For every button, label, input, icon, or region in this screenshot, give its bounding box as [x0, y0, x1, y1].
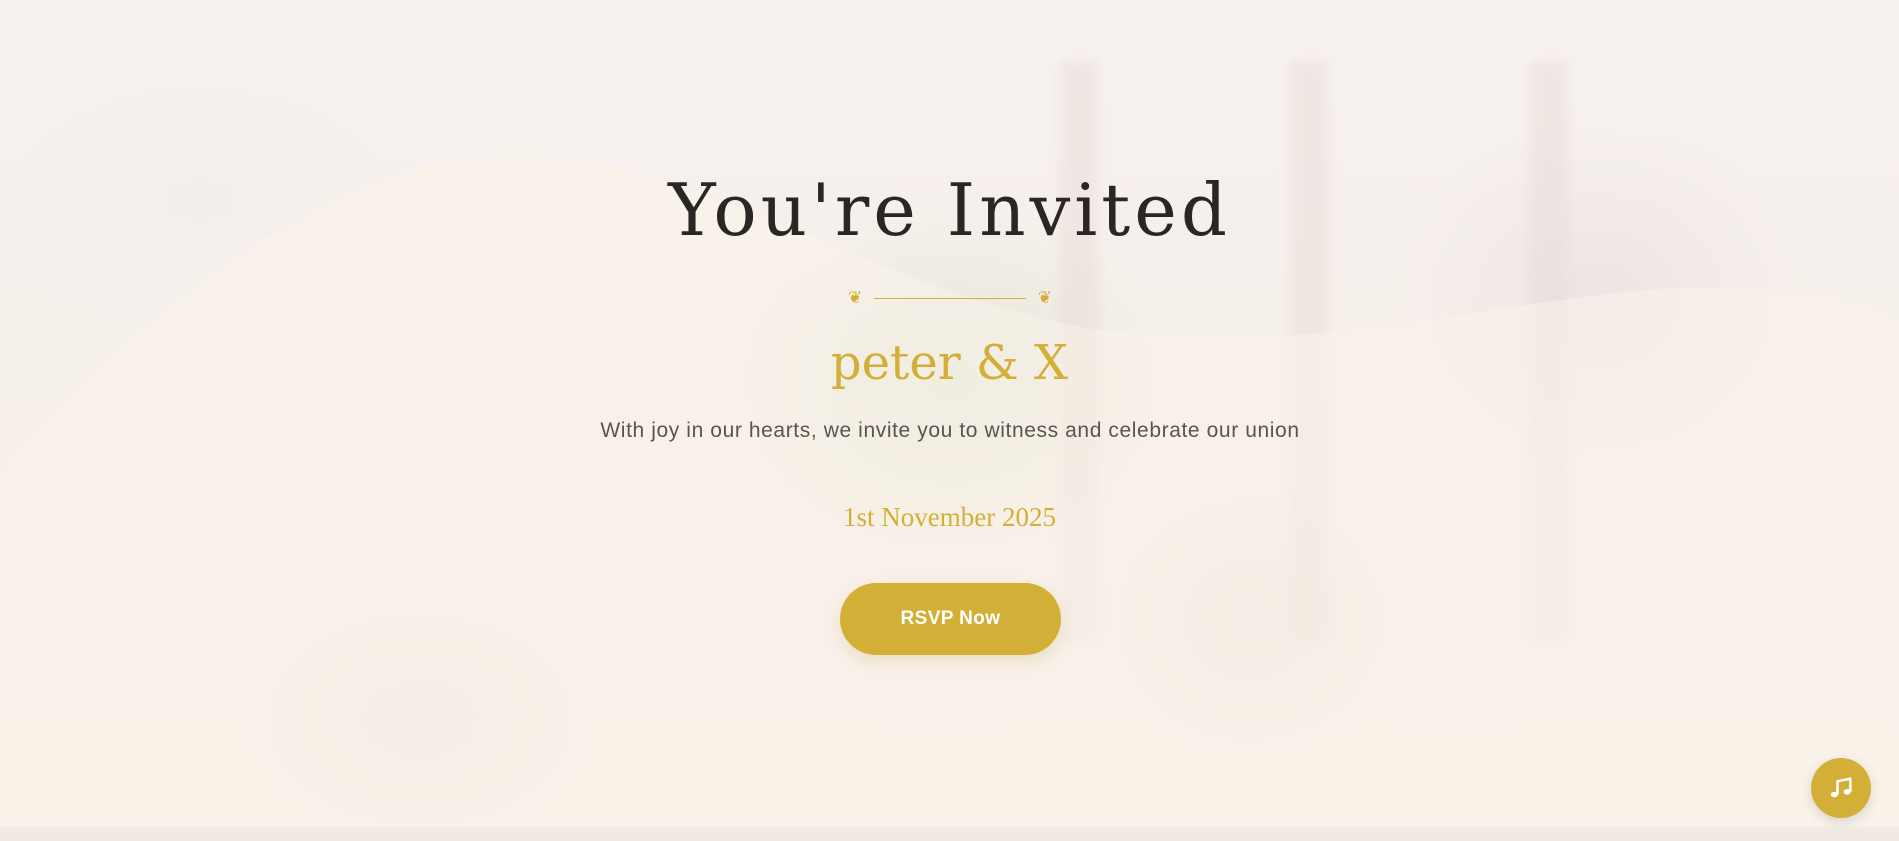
fleuron-icon: ❦	[848, 287, 863, 308]
ornament-divider: ❦ ❦	[848, 287, 1052, 309]
event-date: 1st November 2025	[843, 502, 1056, 532]
bottom-edge	[0, 827, 1899, 841]
invitation-message: With joy in our hearts, we invite you to…	[600, 419, 1300, 442]
fleuron-icon: ❦	[1037, 287, 1052, 308]
couple-names: peter & X	[830, 335, 1069, 391]
divider-line	[874, 297, 1026, 299]
music-toggle-button[interactable]	[1811, 758, 1871, 818]
rsvp-button[interactable]: RSVP Now	[840, 583, 1061, 655]
hero-section: You're Invited ❦ ❦ peter & X With joy in…	[0, 0, 1899, 841]
page-title: You're Invited	[668, 168, 1231, 252]
music-note-icon	[1830, 777, 1852, 798]
